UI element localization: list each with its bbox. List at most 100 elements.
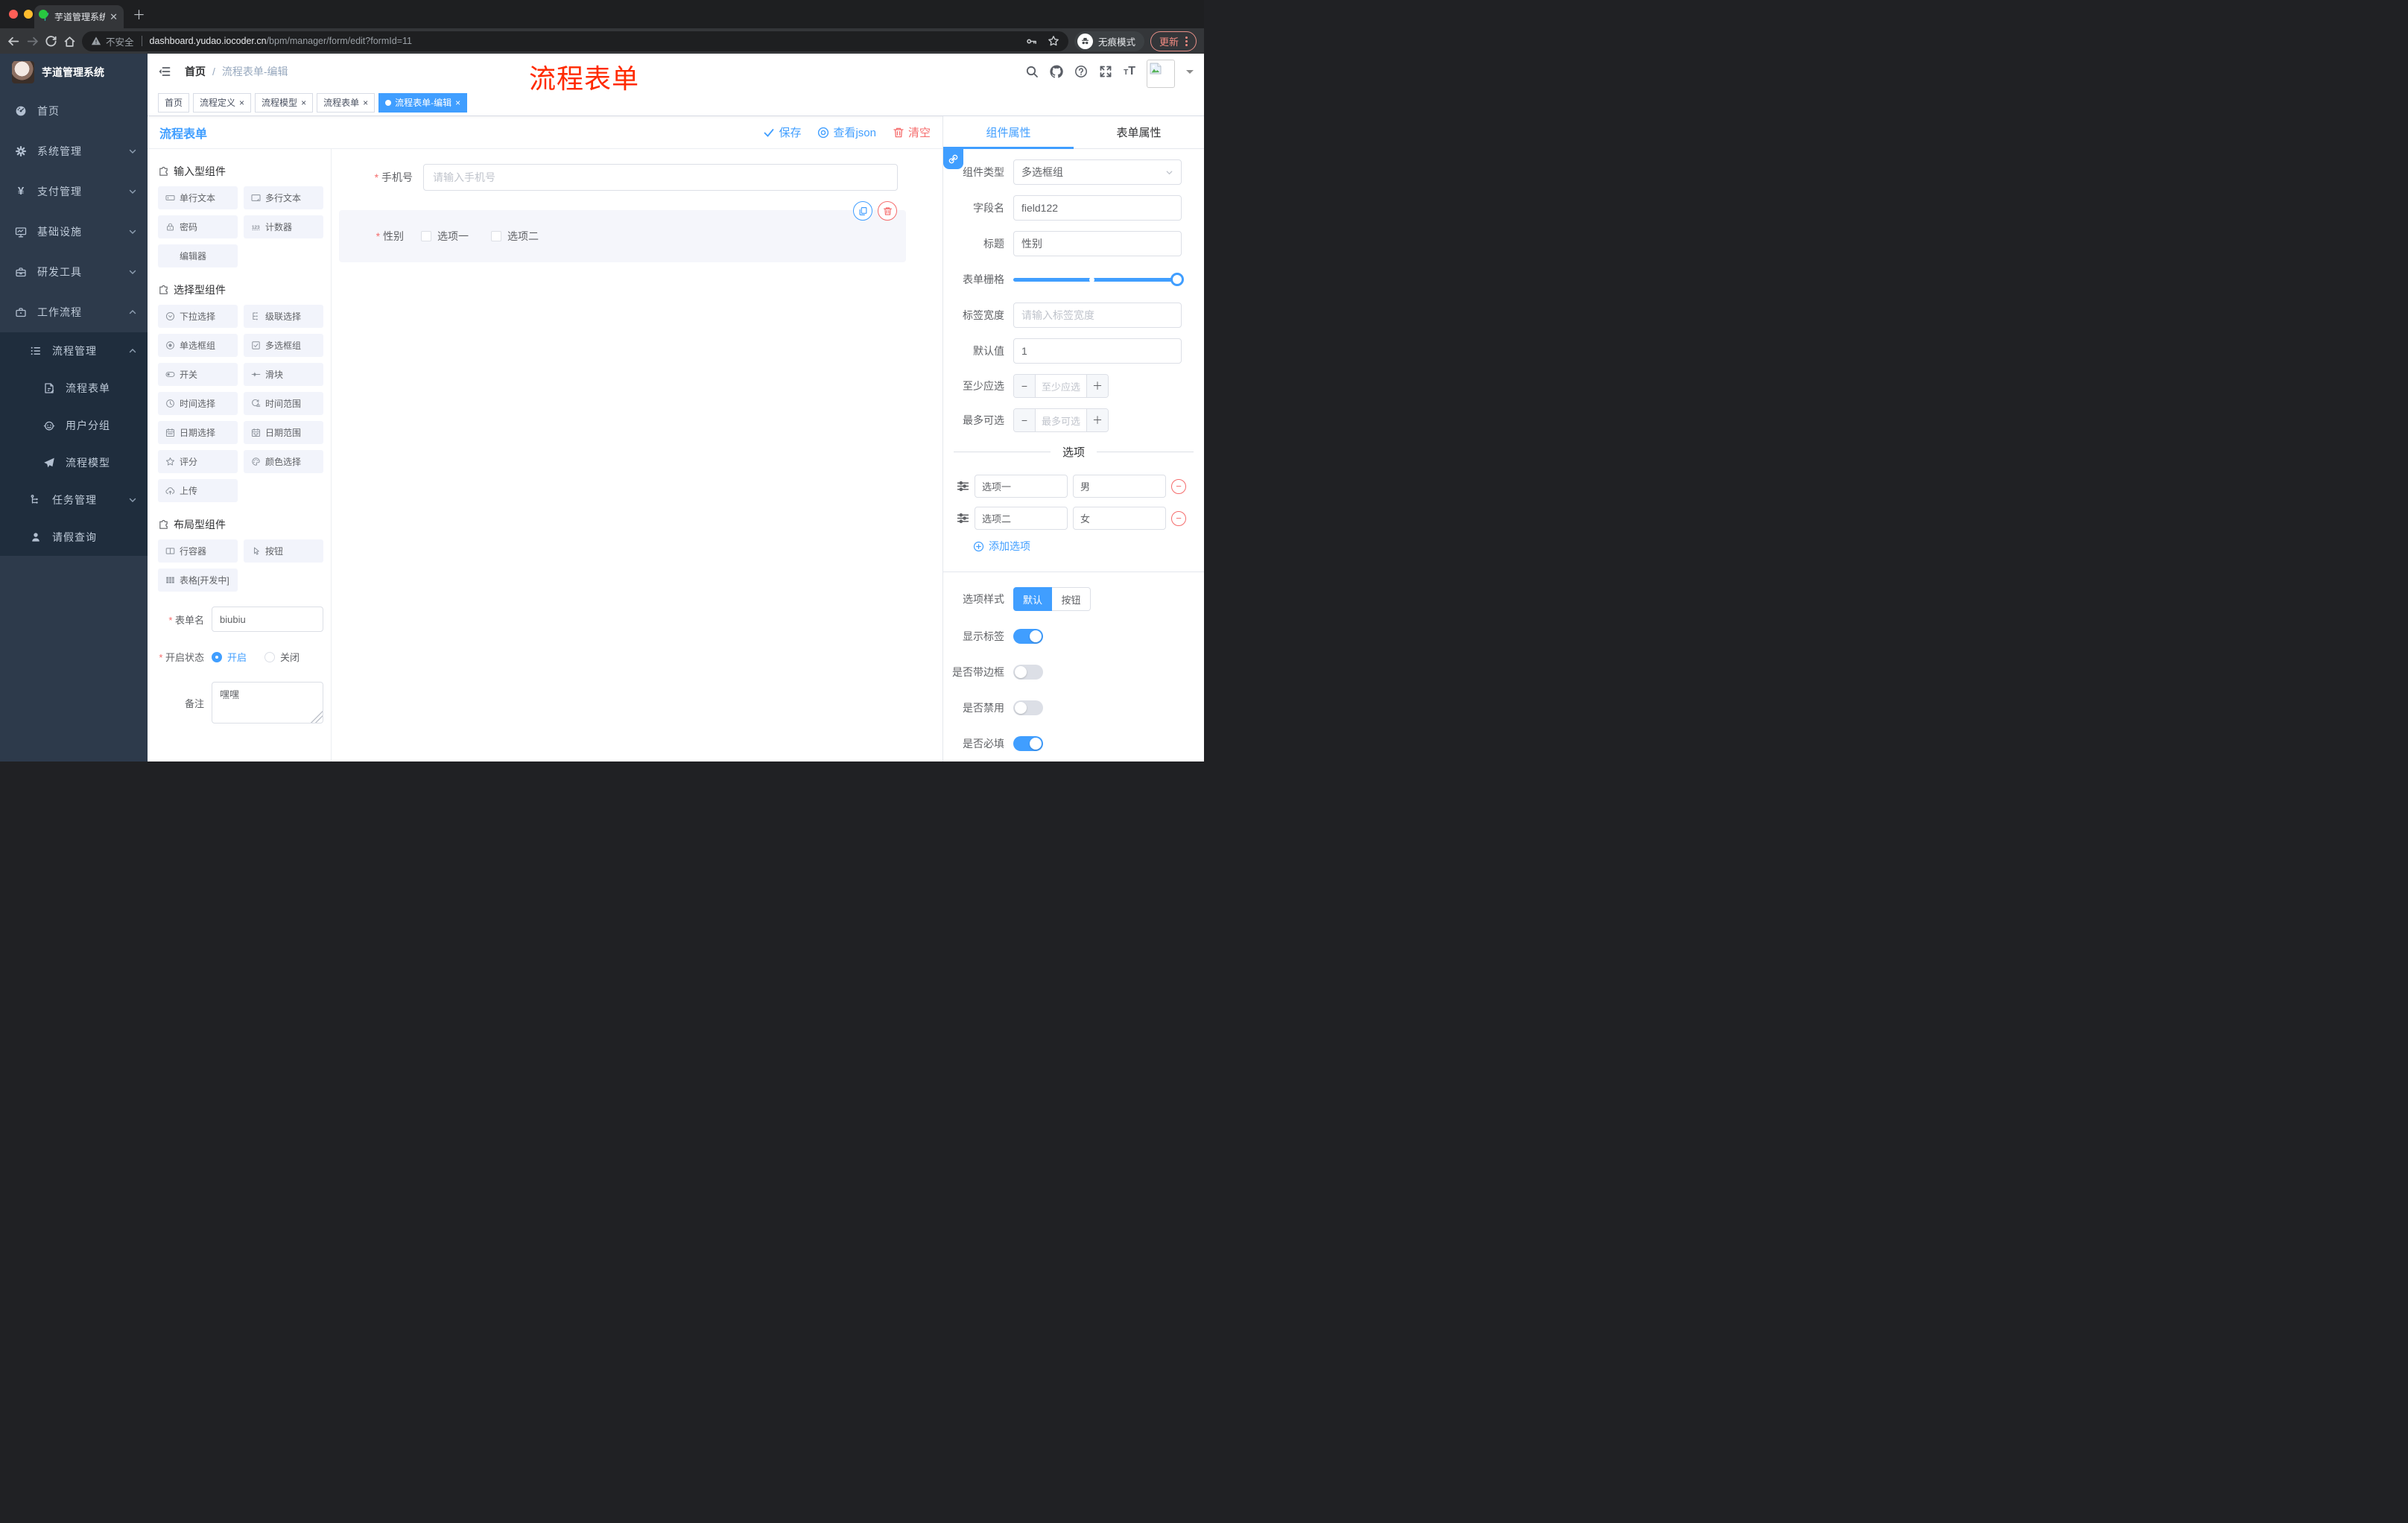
close-window-button[interactable] bbox=[9, 10, 18, 19]
save-button[interactable]: 保存 bbox=[763, 124, 801, 140]
browser-menu-icon[interactable] bbox=[1185, 36, 1188, 46]
tag-process-form-edit[interactable]: 流程表单-编辑 × bbox=[378, 92, 468, 113]
avatar[interactable] bbox=[1147, 60, 1175, 88]
option-value-input[interactable] bbox=[1073, 507, 1166, 530]
delete-widget-button[interactable] bbox=[878, 201, 897, 221]
widget-switch[interactable]: 开关 bbox=[158, 363, 238, 386]
sidebar-item-process-model[interactable]: 流程模型 bbox=[0, 444, 148, 481]
widget-time-range[interactable]: 时间范围 bbox=[244, 392, 323, 415]
font-size-icon[interactable]: TT bbox=[1124, 65, 1135, 78]
widget-password[interactable]: 密码 bbox=[158, 215, 238, 238]
sidebar-item-process-form[interactable]: 流程表单 bbox=[0, 370, 148, 407]
status-off-radio[interactable]: 关闭 bbox=[264, 650, 300, 664]
remove-option-button[interactable]: − bbox=[1171, 478, 1186, 494]
address-bar[interactable]: 不安全 dashboard.yudao.iocoder.cn/bpm/manag… bbox=[82, 31, 1068, 51]
sidebar-item-home[interactable]: 首页 bbox=[0, 91, 148, 131]
phone-field-input[interactable] bbox=[423, 164, 898, 191]
collapse-sidebar-icon[interactable] bbox=[158, 65, 171, 78]
form-name-input[interactable] bbox=[212, 607, 323, 632]
gender-option1-checkbox[interactable]: 选项一 bbox=[421, 229, 469, 244]
field-name-input[interactable] bbox=[1013, 195, 1182, 221]
search-icon[interactable] bbox=[1025, 65, 1039, 78]
tag-home[interactable]: 首页 bbox=[158, 92, 190, 113]
sidebar-item-system[interactable]: 系统管理 bbox=[0, 131, 148, 171]
avatar-caret-icon[interactable] bbox=[1186, 69, 1194, 77]
slider-thumb[interactable] bbox=[1170, 272, 1184, 286]
view-json-button[interactable]: 查看json bbox=[817, 124, 876, 140]
widget-date-range[interactable]: 日期范围 bbox=[244, 421, 323, 444]
breadcrumb-home[interactable]: 首页 bbox=[185, 64, 206, 79]
sidebar-item-task-mgmt[interactable]: 任务管理 bbox=[0, 481, 148, 519]
option-label-input[interactable] bbox=[975, 507, 1068, 530]
option-value-input[interactable] bbox=[1073, 475, 1166, 498]
label-width-input[interactable] bbox=[1013, 303, 1182, 328]
show-label-toggle[interactable] bbox=[1013, 629, 1043, 644]
widget-table-dev[interactable]: 表格[开发中] bbox=[158, 569, 238, 592]
tag-close-icon[interactable]: × bbox=[455, 98, 460, 108]
style-default-button[interactable]: 默认 bbox=[1013, 587, 1052, 611]
tab-component-props[interactable]: 组件属性 bbox=[943, 116, 1074, 149]
remove-option-button[interactable]: − bbox=[1171, 510, 1186, 526]
reload-icon[interactable] bbox=[45, 35, 57, 48]
widget-button[interactable]: 按钮 bbox=[244, 539, 323, 563]
with-border-toggle[interactable] bbox=[1013, 665, 1043, 680]
tag-process-form[interactable]: 流程表单 × bbox=[317, 92, 376, 113]
widget-cascader[interactable]: 级联选择 bbox=[244, 305, 323, 328]
home-icon[interactable] bbox=[63, 35, 76, 48]
tag-close-icon[interactable]: × bbox=[363, 98, 368, 108]
gender-option2-checkbox[interactable]: 选项二 bbox=[491, 229, 539, 244]
widget-slider[interactable]: 滑块 bbox=[244, 363, 323, 386]
phone-field-row[interactable]: 手机号 bbox=[332, 164, 942, 191]
decrease-button[interactable]: − bbox=[1014, 375, 1036, 397]
widget-counter[interactable]: 123 计数器 bbox=[244, 215, 323, 238]
max-select-value[interactable]: 最多可选 bbox=[1036, 409, 1086, 431]
required-toggle[interactable] bbox=[1013, 736, 1043, 751]
widget-editor[interactable]: 编辑器 bbox=[158, 244, 238, 267]
new-tab-button[interactable]: ＋ bbox=[133, 4, 145, 23]
option-label-input[interactable] bbox=[975, 475, 1068, 498]
tab-form-props[interactable]: 表单属性 bbox=[1074, 116, 1204, 148]
zoom-window-button[interactable] bbox=[39, 10, 48, 19]
help-icon[interactable] bbox=[1074, 65, 1088, 78]
status-on-radio[interactable]: 开启 bbox=[212, 650, 247, 664]
sidebar-item-payment[interactable]: ¥ 支付管理 bbox=[0, 171, 148, 212]
widget-date-picker[interactable]: 日期选择 bbox=[158, 421, 238, 444]
widget-multi-line-text[interactable]: 多行文本 bbox=[244, 186, 323, 209]
password-key-icon[interactable] bbox=[1026, 36, 1037, 47]
widget-row-container[interactable]: 行容器 bbox=[158, 539, 238, 563]
component-type-select[interactable]: 多选框组 bbox=[1013, 159, 1182, 185]
browser-tab[interactable]: 芋道管理系统 ✕ bbox=[34, 5, 124, 28]
forward-icon[interactable] bbox=[26, 35, 39, 48]
update-button[interactable]: 更新 bbox=[1150, 31, 1197, 51]
fullscreen-icon[interactable] bbox=[1099, 65, 1112, 78]
widget-select[interactable]: 下拉选择 bbox=[158, 305, 238, 328]
form-grid-slider[interactable] bbox=[1013, 267, 1184, 292]
decrease-button[interactable]: − bbox=[1014, 409, 1036, 431]
github-icon[interactable] bbox=[1050, 65, 1063, 78]
sidebar-item-process-mgmt[interactable]: 流程管理 bbox=[0, 332, 148, 370]
tab-close-icon[interactable]: ✕ bbox=[110, 11, 118, 23]
style-button-button[interactable]: 按钮 bbox=[1052, 587, 1091, 611]
widget-time-picker[interactable]: 时间选择 bbox=[158, 392, 238, 415]
back-icon[interactable] bbox=[7, 35, 20, 48]
collapse-inspector-handle[interactable] bbox=[943, 149, 963, 169]
tag-process-definition[interactable]: 流程定义 × bbox=[193, 92, 252, 113]
widget-radio-group[interactable]: 单选框组 bbox=[158, 334, 238, 357]
widget-color-picker[interactable]: 颜色选择 bbox=[244, 450, 323, 473]
drag-handle-icon[interactable] bbox=[957, 512, 969, 525]
min-select-value[interactable]: 至少应选 bbox=[1036, 375, 1086, 397]
title-input[interactable] bbox=[1013, 231, 1182, 256]
tag-close-icon[interactable]: × bbox=[301, 98, 306, 108]
form-remark-textarea[interactable]: 嘿嘿 bbox=[212, 682, 323, 723]
bookmark-star-icon[interactable] bbox=[1048, 35, 1059, 47]
disabled-toggle[interactable] bbox=[1013, 700, 1043, 715]
widget-checkbox-group[interactable]: 多选框组 bbox=[244, 334, 323, 357]
widget-upload[interactable]: 上传 bbox=[158, 479, 238, 502]
sidebar-item-user-group[interactable]: 用户分组 bbox=[0, 407, 148, 444]
minimize-window-button[interactable] bbox=[24, 10, 33, 19]
sidebar-logo[interactable]: 芋道管理系统 bbox=[0, 54, 148, 91]
tag-close-icon[interactable]: × bbox=[239, 98, 244, 108]
add-option-button[interactable]: 添加选项 bbox=[973, 539, 1204, 554]
increase-button[interactable]: ＋ bbox=[1086, 409, 1108, 431]
drag-handle-icon[interactable] bbox=[957, 480, 969, 493]
